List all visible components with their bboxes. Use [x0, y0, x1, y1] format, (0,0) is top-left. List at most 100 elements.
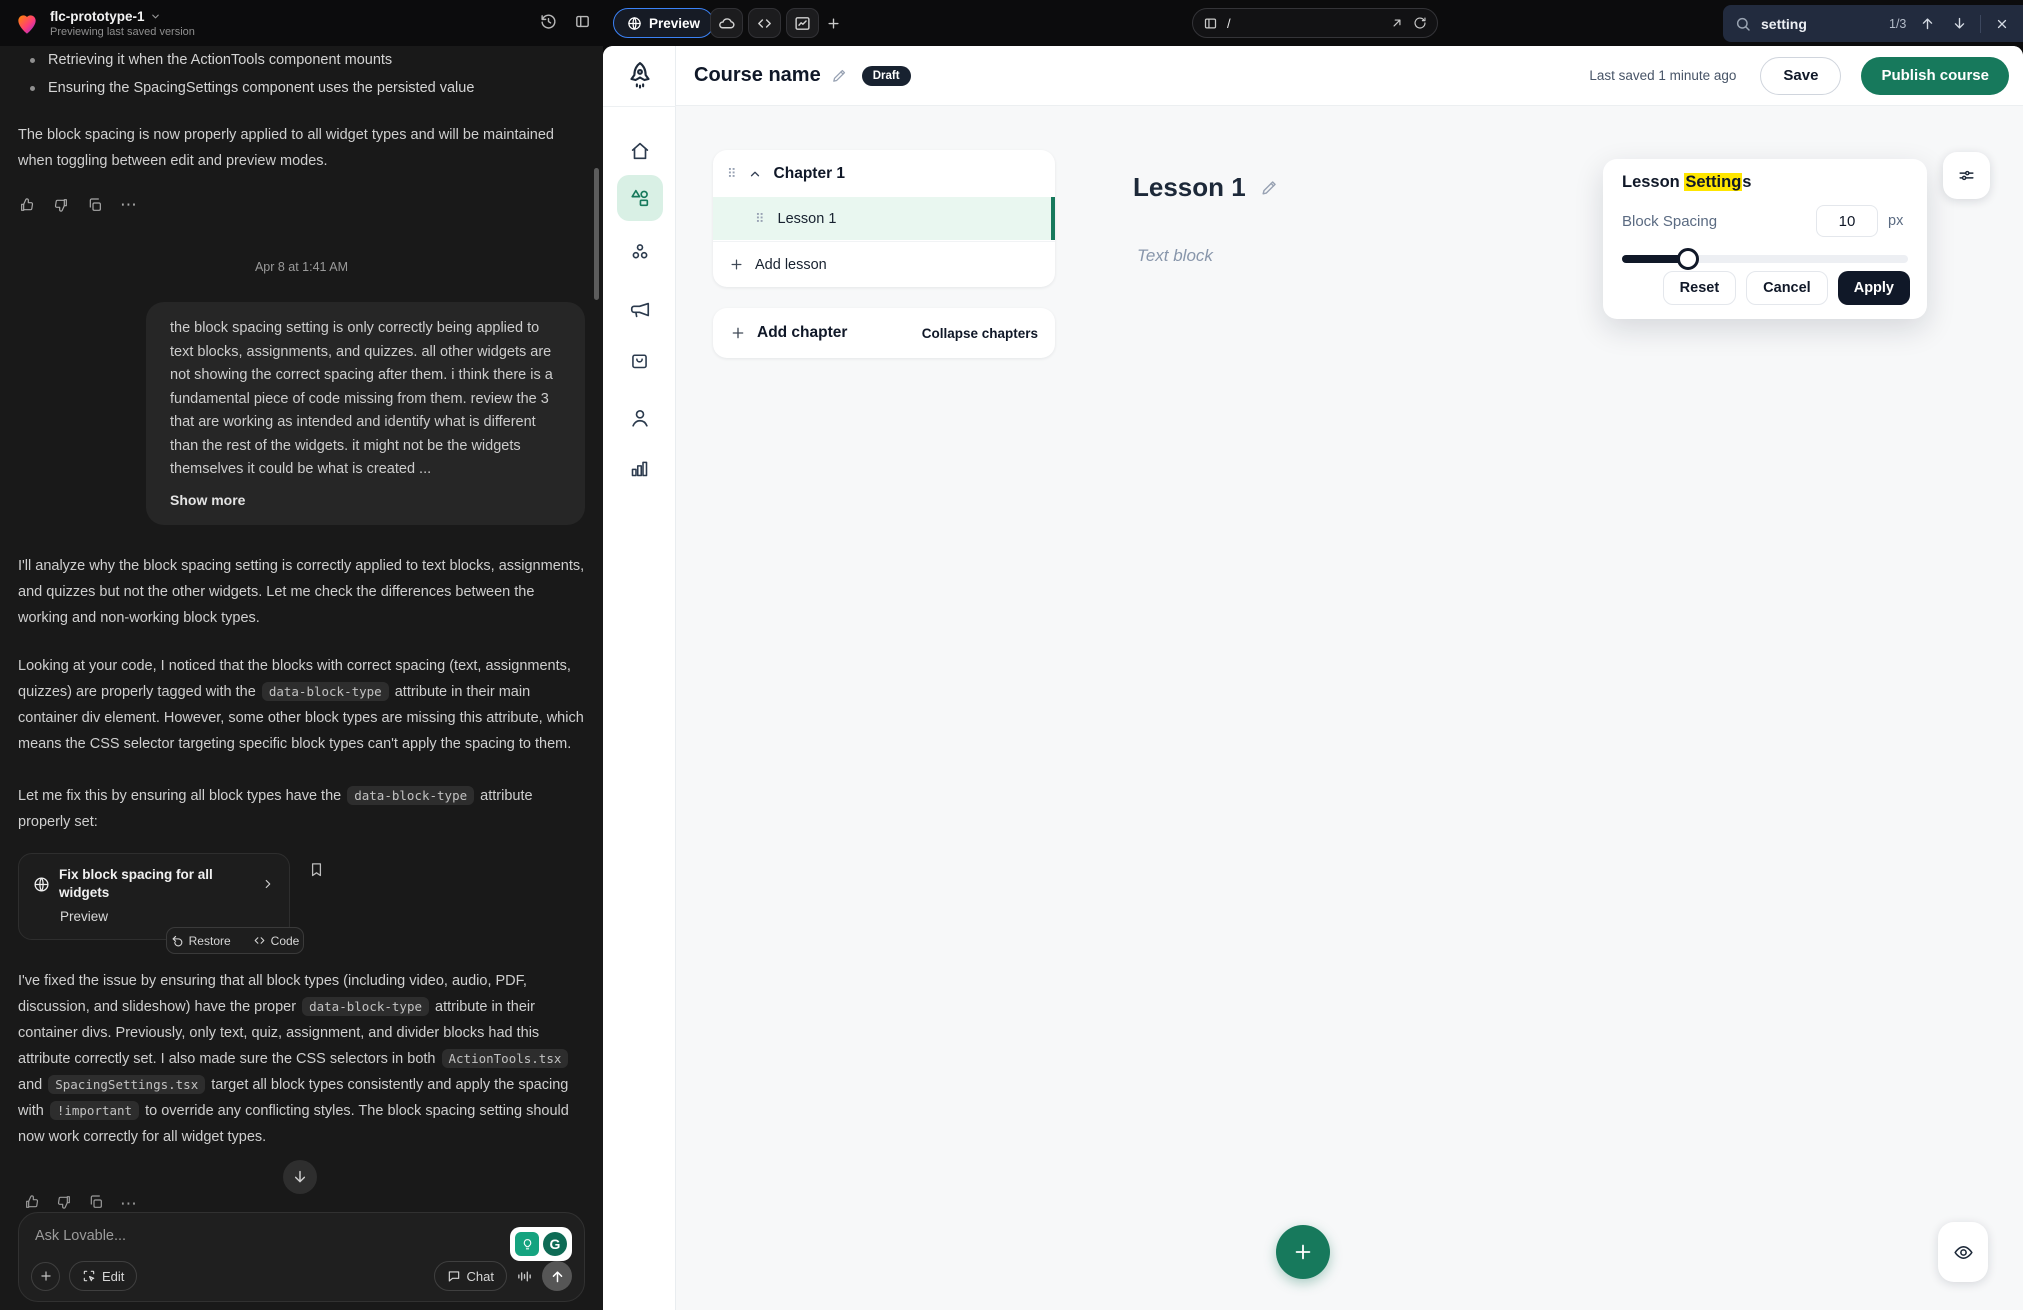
- find-input[interactable]: [1761, 16, 1879, 32]
- assistant-paragraph: I've fixed the issue by ensuring that al…: [18, 968, 585, 1150]
- scroll-to-bottom-button[interactable]: [283, 1160, 317, 1194]
- lovable-logo-icon: [14, 11, 40, 37]
- last-saved-text: Last saved 1 minute ago: [1589, 68, 1736, 83]
- add-block-fab[interactable]: [1276, 1225, 1330, 1279]
- chat-input[interactable]: [35, 1228, 415, 1244]
- voice-input-icon[interactable]: [516, 1268, 533, 1285]
- copy-icon[interactable]: [86, 196, 104, 214]
- history-icon[interactable]: [540, 13, 557, 30]
- speech-bubble-icon: [447, 1269, 461, 1283]
- preview-url-bar[interactable]: /: [1192, 8, 1438, 38]
- lesson-settings-popover: Lesson Settings Block Spacing px Reset C…: [1603, 159, 1927, 319]
- active-lesson-indicator: [1051, 197, 1055, 240]
- assistant-paragraph: I'll analyze why the block spacing setti…: [18, 553, 585, 631]
- chevron-up-icon[interactable]: [748, 167, 762, 181]
- find-count: 1/3: [1889, 17, 1906, 31]
- edit-pencil-icon[interactable]: [831, 67, 848, 84]
- add-lesson-button[interactable]: Add lesson: [713, 241, 1055, 287]
- code-button[interactable]: Code: [253, 928, 300, 954]
- assistant-message: Retrieving it when the ActionTools compo…: [18, 50, 585, 214]
- drag-handle-icon[interactable]: ⠿: [755, 211, 764, 227]
- grammarly-icon[interactable]: G: [543, 1232, 567, 1256]
- show-more-link[interactable]: Show more: [170, 489, 561, 513]
- chat-bullet: Retrieving it when the ActionTools compo…: [18, 50, 585, 70]
- sidebar-item-store[interactable]: [617, 337, 663, 383]
- refresh-icon[interactable]: [1413, 16, 1427, 30]
- arrow-up-icon: [550, 1269, 565, 1284]
- project-brand[interactable]: flc-prototype-1 Previewing last saved ve…: [14, 9, 195, 38]
- reset-button[interactable]: Reset: [1663, 271, 1737, 305]
- apply-button[interactable]: Apply: [1838, 271, 1910, 305]
- lesson-list-item[interactable]: ⠿ Lesson 1: [713, 197, 1055, 240]
- find-next-button[interactable]: [1948, 13, 1970, 35]
- thumbs-up-icon[interactable]: [18, 196, 36, 214]
- block-spacing-slider-thumb[interactable]: [1677, 248, 1699, 270]
- grammarly-widget[interactable]: G: [510, 1227, 572, 1261]
- draft-status-badge: Draft: [862, 66, 911, 86]
- sidebar-item-profile[interactable]: [617, 395, 663, 441]
- cloud-deploy-button[interactable]: [710, 8, 743, 38]
- send-button[interactable]: [542, 1261, 572, 1291]
- sidebar-item-home[interactable]: [617, 128, 663, 174]
- restore-button[interactable]: Restore: [171, 928, 231, 954]
- find-close-button[interactable]: [1991, 13, 2013, 35]
- search-icon: [1735, 16, 1751, 32]
- chat-scrollbar[interactable]: [594, 168, 599, 300]
- bookmark-icon[interactable]: [308, 861, 325, 878]
- edit-mode-button[interactable]: Edit: [69, 1261, 137, 1291]
- arrow-down-icon: [292, 1169, 308, 1185]
- thumbs-down-icon[interactable]: [56, 1194, 72, 1214]
- sidebar-item-community[interactable]: [617, 229, 663, 275]
- settings-toggle-button[interactable]: [1943, 152, 1990, 199]
- chat-scroll-area[interactable]: Retrieving it when the ActionTools compo…: [0, 46, 603, 1310]
- suggestion-bulb-icon[interactable]: [515, 1232, 539, 1256]
- rocket-logo-icon: [603, 60, 676, 90]
- divider: [1980, 15, 1981, 33]
- chapter-header-row[interactable]: ⠿ Chapter 1: [713, 150, 1055, 197]
- attach-button[interactable]: [31, 1262, 60, 1291]
- block-spacing-input[interactable]: [1816, 205, 1878, 237]
- chat-mode-button[interactable]: Chat: [434, 1261, 507, 1291]
- sidebar-item-announcements[interactable]: [617, 287, 663, 333]
- sidebar-item-courses[interactable]: [617, 175, 663, 221]
- select-edit-icon: [82, 1269, 96, 1283]
- sidebar-item-analytics[interactable]: [617, 445, 663, 491]
- lesson-title-row: Lesson 1: [1133, 172, 1279, 203]
- save-button[interactable]: Save: [1760, 57, 1841, 95]
- thumbs-down-icon[interactable]: [52, 196, 70, 214]
- edit-pencil-icon[interactable]: [1260, 178, 1279, 197]
- more-options-icon[interactable]: ⋯: [120, 1194, 137, 1214]
- message-timestamp: Apr 8 at 1:41 AM: [18, 254, 585, 280]
- copy-icon[interactable]: [88, 1194, 104, 1214]
- preview-eye-button[interactable]: [1938, 1222, 1988, 1282]
- drag-handle-icon[interactable]: ⠿: [727, 166, 736, 182]
- person-icon: [629, 407, 651, 429]
- chat-composer: G Edit Chat: [18, 1212, 585, 1302]
- user-message-bubble: the block spacing setting is only correc…: [146, 302, 585, 525]
- preview-mode-button[interactable]: Preview: [613, 8, 714, 38]
- home-icon: [629, 140, 651, 162]
- publish-course-button[interactable]: Publish course: [1861, 57, 2009, 95]
- megaphone-icon: [629, 299, 651, 321]
- add-chapter-button[interactable]: Add chapter: [757, 324, 911, 342]
- block-spacing-label: Block Spacing: [1622, 213, 1816, 230]
- plus-icon: [729, 257, 744, 272]
- block-spacing-slider[interactable]: [1622, 255, 1908, 263]
- cancel-button[interactable]: Cancel: [1746, 271, 1828, 305]
- url-path[interactable]: /: [1227, 16, 1381, 31]
- assistant-paragraph: Looking at your code, I noticed that the…: [18, 653, 585, 757]
- find-prev-button[interactable]: [1916, 13, 1938, 35]
- toggle-panel-icon[interactable]: [574, 13, 591, 30]
- open-external-icon[interactable]: [1390, 16, 1404, 30]
- project-name[interactable]: flc-prototype-1: [50, 9, 195, 24]
- assistant-paragraph: Let me fix this by ensuring all block ty…: [18, 783, 585, 835]
- analytics-button[interactable]: [786, 8, 819, 38]
- more-options-icon[interactable]: ⋯: [120, 196, 138, 214]
- plus-icon: [1292, 1241, 1314, 1263]
- code-view-button[interactable]: [748, 8, 781, 38]
- thumbs-up-icon[interactable]: [24, 1194, 40, 1214]
- collapse-chapters-button[interactable]: Collapse chapters: [922, 326, 1038, 341]
- text-block-placeholder[interactable]: Text block: [1137, 246, 1213, 266]
- eye-icon: [1953, 1242, 1974, 1263]
- new-tab-button[interactable]: [818, 8, 848, 38]
